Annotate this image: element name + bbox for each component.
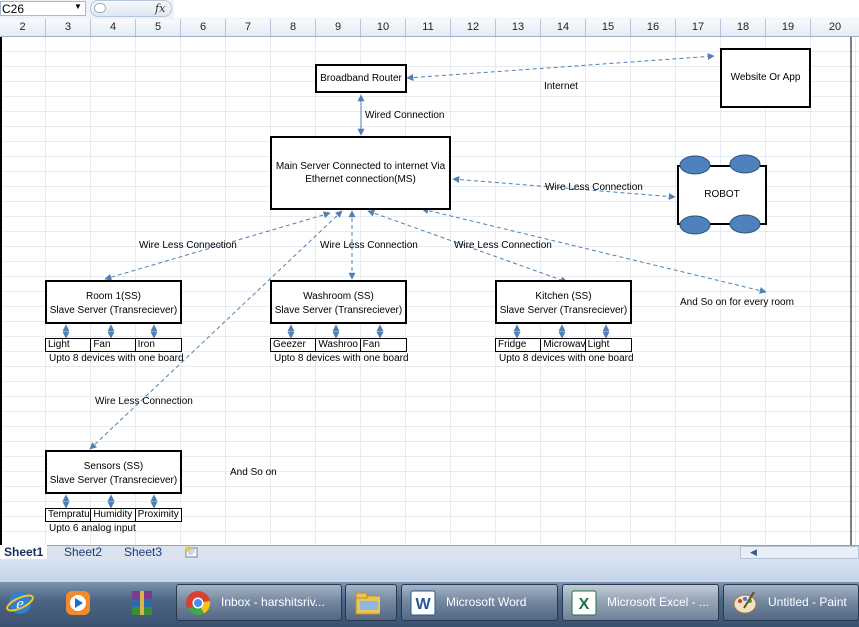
device-cell[interactable]: Fan xyxy=(91,339,136,351)
column-header[interactable]: 11 xyxy=(406,19,451,36)
insert-sheet-icon[interactable] xyxy=(183,546,201,559)
device-cell[interactable]: Fridge xyxy=(496,339,542,351)
washroom-devices: Geezer Washroo Fan xyxy=(270,338,407,352)
kitchen-note: Upto 8 devices with one board xyxy=(499,353,634,364)
wireless-robot-label: Wire Less Connection xyxy=(545,182,643,193)
tab-sheet1[interactable]: Sheet1 xyxy=(0,545,48,559)
sensors-note: Upto 6 analog input xyxy=(49,523,136,534)
media-player-icon[interactable] xyxy=(63,588,93,618)
column-header[interactable]: 4 xyxy=(91,19,136,36)
column-header[interactable]: 6 xyxy=(181,19,226,36)
kitchen-devices: Fridge Microwav Light xyxy=(495,338,632,352)
taskbar-chrome-button[interactable]: Inbox - harshitsriv... xyxy=(176,584,342,621)
device-cell[interactable]: Iron xyxy=(136,339,181,351)
sensors-title: Sensors (SS) xyxy=(83,461,144,472)
column-header[interactable]: 8 xyxy=(271,19,316,36)
winrar-icon[interactable] xyxy=(127,588,157,618)
room1-subtitle: Slave Server (Transreciever) xyxy=(49,305,178,316)
device-cell[interactable]: Light xyxy=(46,339,92,351)
column-header[interactable]: 2 xyxy=(0,19,46,36)
taskbar-excel-button[interactable]: X Microsoft Excel - ... xyxy=(562,584,719,621)
formula-input[interactable] xyxy=(174,0,859,18)
and-so-on-label: And So on xyxy=(230,467,277,478)
status-bar xyxy=(0,560,859,582)
kitchen-subtitle: Slave Server (Transreciever) xyxy=(499,305,628,316)
column-header[interactable]: 13 xyxy=(496,19,541,36)
word-icon: W xyxy=(410,590,436,616)
device-cell[interactable]: Microwav xyxy=(541,339,586,351)
room1-title: Room 1(SS) xyxy=(85,291,141,302)
main-server-box[interactable]: Main Server Connected to internet Via Et… xyxy=(270,136,451,210)
column-header[interactable]: 15 xyxy=(586,19,631,36)
wired-connection-label: Wired Connection xyxy=(365,110,445,121)
taskbar-label: Inbox - harshitsriv... xyxy=(221,595,325,609)
sensors-devices: Tempratu Humidity Proximity xyxy=(45,508,182,522)
column-header[interactable]: 14 xyxy=(541,19,586,36)
folder-icon xyxy=(355,592,380,615)
wireless-room-label: Wire Less Connection xyxy=(139,240,237,251)
tab-sheet3[interactable]: Sheet3 xyxy=(120,545,166,559)
paint-icon xyxy=(733,591,757,614)
room1-devices: Light Fan Iron xyxy=(45,338,182,352)
column-header[interactable]: 17 xyxy=(676,19,721,36)
washroom-note: Upto 8 devices with one board xyxy=(274,353,409,364)
column-header[interactable]: 20 xyxy=(811,19,859,36)
wireless-kitchen-label: Wire Less Connection xyxy=(454,240,552,251)
device-cell[interactable]: Light xyxy=(586,339,631,351)
taskbar-word-button[interactable]: W Microsoft Word xyxy=(401,584,558,621)
column-header[interactable]: 9 xyxy=(316,19,361,36)
excel-icon: X xyxy=(571,590,597,616)
device-cell[interactable]: Geezer xyxy=(271,339,317,351)
taskbar-explorer-button[interactable] xyxy=(345,584,397,621)
device-cell[interactable]: Fan xyxy=(361,339,406,351)
chevron-down-icon[interactable]: ▼ xyxy=(74,2,82,11)
robot-wheels xyxy=(679,154,761,235)
washroom-subtitle: Slave Server (Transreciever) xyxy=(274,305,403,316)
and-so-on-room-label: And So on for every room xyxy=(680,297,794,308)
svg-text:X: X xyxy=(579,596,590,613)
internet-label: Internet xyxy=(544,81,578,92)
device-cell[interactable]: Proximity xyxy=(136,509,181,521)
insert-function-icon[interactable]: fx xyxy=(155,0,165,17)
expand-formula-icon[interactable] xyxy=(94,3,106,13)
chrome-icon xyxy=(186,591,211,616)
horizontal-scrollbar[interactable] xyxy=(740,546,859,559)
column-header[interactable]: 7 xyxy=(226,19,271,36)
taskbar-label: Untitled - Paint xyxy=(768,595,847,609)
kitchen-box[interactable]: Kitchen (SS) Slave Server (Transreciever… xyxy=(495,280,632,324)
column-header[interactable]: 5 xyxy=(136,19,181,36)
wireless-washroom-label: Wire Less Connection xyxy=(320,240,418,251)
room1-note: Upto 8 devices with one board xyxy=(49,353,184,364)
svg-text:W: W xyxy=(415,596,431,613)
scroll-left-icon[interactable]: ◀ xyxy=(750,547,757,558)
kitchen-title: Kitchen (SS) xyxy=(535,291,592,302)
column-header[interactable]: 18 xyxy=(721,19,766,36)
wireless-sensors-label: Wire Less Connection xyxy=(95,396,193,407)
device-cell[interactable]: Humidity xyxy=(91,509,136,521)
washroom-box[interactable]: Washroom (SS) Slave Server (Transrecieve… xyxy=(270,280,407,324)
tab-sheet2[interactable]: Sheet2 xyxy=(60,545,106,559)
device-cell[interactable]: Tempratu xyxy=(46,509,92,521)
column-header[interactable]: 12 xyxy=(451,19,496,36)
router-box[interactable]: Broadband Router xyxy=(315,64,407,93)
column-header[interactable]: 16 xyxy=(631,19,676,36)
room1-box[interactable]: Room 1(SS) Slave Server (Transreciever) xyxy=(45,280,182,324)
taskbar-label: Microsoft Excel - ... xyxy=(607,595,710,609)
internet-explorer-icon[interactable]: e xyxy=(5,588,35,618)
column-header[interactable]: 19 xyxy=(766,19,811,36)
taskbar-paint-button[interactable]: Untitled - Paint xyxy=(723,584,859,621)
website-box[interactable]: Website Or App xyxy=(720,48,811,108)
column-header[interactable]: 3 xyxy=(46,19,91,36)
device-cell[interactable]: Washroo xyxy=(316,339,361,351)
main-server-line2: Ethernet connection(MS) xyxy=(305,174,416,185)
sensors-box[interactable]: Sensors (SS) Slave Server (Transreciever… xyxy=(45,450,182,494)
washroom-title: Washroom (SS) xyxy=(303,291,374,302)
taskbar-label: Microsoft Word xyxy=(446,595,527,609)
main-server-line1: Main Server Connected to internet Via xyxy=(275,161,446,172)
sensors-subtitle: Slave Server (Transreciever) xyxy=(49,475,178,486)
column-header[interactable]: 10 xyxy=(361,19,406,36)
